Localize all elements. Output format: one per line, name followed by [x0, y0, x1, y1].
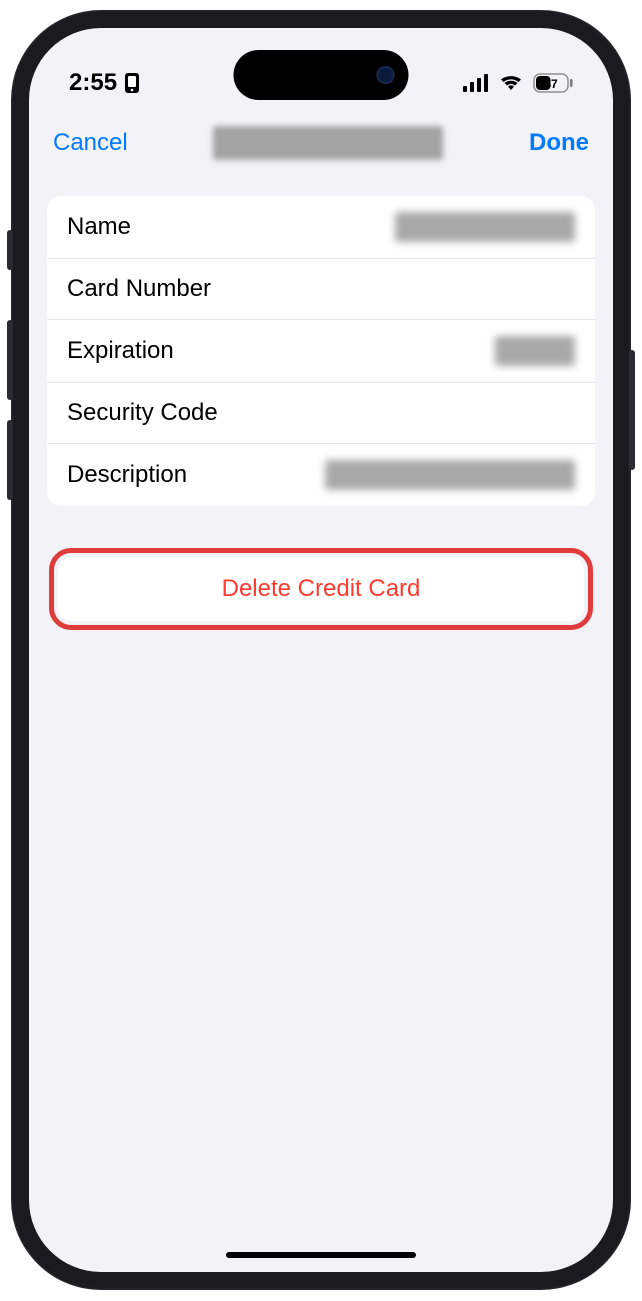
volume-down [7, 420, 13, 500]
mute-switch [7, 230, 13, 270]
orientation-lock-icon [123, 72, 141, 94]
home-indicator[interactable] [226, 1252, 416, 1258]
status-left: 2:55 [69, 69, 141, 97]
description-value-redacted [325, 460, 575, 490]
done-button[interactable]: Done [529, 129, 589, 157]
name-label: Name [67, 213, 131, 241]
phone-frame: 2:55 47 Cancel Done [11, 10, 631, 1290]
dynamic-island [234, 50, 409, 100]
battery-icon: 47 [533, 73, 573, 93]
nav-bar: Cancel Done [29, 108, 613, 178]
expiration-label: Expiration [67, 337, 174, 365]
page-title-redacted [213, 126, 443, 160]
cellular-signal-icon [463, 74, 489, 92]
delete-section: Delete Credit Card [47, 548, 595, 630]
delete-highlight-annotation: Delete Credit Card [49, 548, 593, 630]
expiration-row[interactable]: Expiration [47, 320, 595, 383]
name-row[interactable]: Name [47, 196, 595, 259]
description-label: Description [67, 461, 187, 489]
screen: 2:55 47 Cancel Done [29, 28, 613, 1272]
name-value-redacted [395, 212, 575, 242]
delete-credit-card-button[interactable]: Delete Credit Card [58, 557, 584, 621]
content-area: Name Card Number Expiration Security Cod… [29, 178, 613, 648]
status-time: 2:55 [69, 69, 117, 97]
front-camera [377, 66, 395, 84]
volume-up [7, 320, 13, 400]
expiration-value-redacted [495, 336, 575, 366]
status-right: 47 [463, 73, 573, 93]
card-number-row[interactable]: Card Number [47, 259, 595, 320]
wifi-icon [498, 73, 524, 93]
security-code-label: Security Code [67, 399, 218, 427]
power-button [629, 350, 635, 470]
cancel-button[interactable]: Cancel [53, 129, 128, 157]
svg-text:47: 47 [544, 77, 558, 91]
security-code-row[interactable]: Security Code [47, 383, 595, 444]
description-row[interactable]: Description [47, 444, 595, 506]
card-number-label: Card Number [67, 275, 211, 303]
card-fields-group: Name Card Number Expiration Security Cod… [47, 196, 595, 506]
